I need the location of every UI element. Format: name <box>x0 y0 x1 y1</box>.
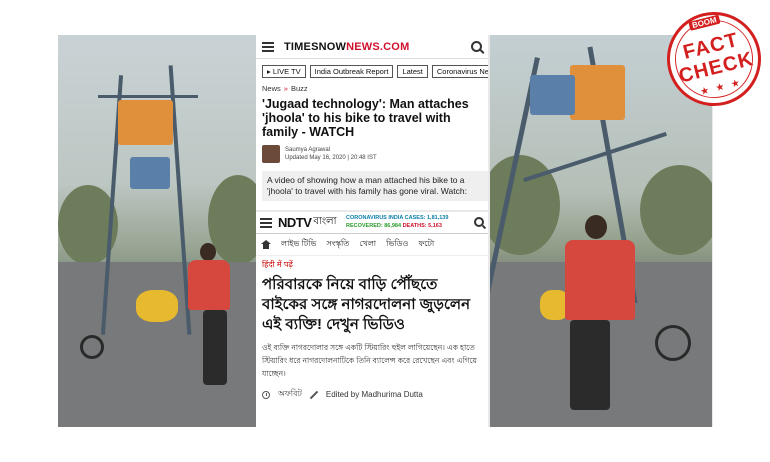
ndtv-byline: অফবিট Edited by Madhurima Dutta <box>256 384 488 405</box>
timesnow-nav-pills: ▸ LIVE TV India Outbreak Report Latest C… <box>256 59 488 82</box>
ndtv-logo[interactable]: NDTV <box>278 215 312 230</box>
breadcrumb-news[interactable]: News <box>262 84 281 93</box>
ticker-deaths: DEATHS: 5,163 <box>402 223 442 229</box>
pill-coronavirus-news[interactable]: Coronavirus News <box>431 65 488 78</box>
nav-item-live-tv[interactable]: লাইভ টিভি <box>281 238 317 251</box>
timesnow-headline: 'Jugaad technology': Man attaches 'jhool… <box>262 97 469 139</box>
ndtv-nav: লাইভ টিভি সংস্কৃতি খেলা ভিডিও ফটো <box>256 234 488 256</box>
ndtv-summary: ওই ব্যক্তি নাগরদোলার সঙ্গে একটি স্টিয়ার… <box>262 343 477 378</box>
home-icon[interactable] <box>261 240 271 249</box>
author-block: Saumya Agrawal Updated May 16, 2020 | 20… <box>256 143 488 165</box>
timesnow-article-panel: TIMESNOWNEWS.COM ▸ LIVE TV India Outbrea… <box>256 35 488 210</box>
ndtv-language-label: বাংলা <box>313 216 337 227</box>
timesnow-header: TIMESNOWNEWS.COM <box>256 35 488 59</box>
clock-icon <box>262 390 270 399</box>
breadcrumb: News» Buzz <box>256 82 488 95</box>
hamburger-menu-icon[interactable] <box>260 217 272 228</box>
search-icon[interactable] <box>474 217 484 227</box>
category-label[interactable]: অফবিট <box>278 388 302 401</box>
ticker-recovered: RECOVERED: 86,984 <box>346 223 402 229</box>
ndtv-header: NDTV বাংলা CORONAVIRUS INDIA CASES: 1,81… <box>256 212 488 234</box>
timesnow-logo[interactable]: TIMESNOWNEWS.COM <box>284 41 409 53</box>
author-name[interactable]: Saumya Agrawal <box>285 146 377 154</box>
pill-india-outbreak-report[interactable]: India Outbreak Report <box>309 65 394 78</box>
hamburger-menu-icon[interactable] <box>262 41 274 52</box>
editor-name: Edited by Madhurima Dutta <box>325 390 423 399</box>
nav-item-culture[interactable]: সংস্কৃতি <box>327 238 350 251</box>
read-in-hindi-link[interactable]: हिंदी में पढ़ें <box>256 256 488 273</box>
breadcrumb-separator-icon: » <box>283 84 288 93</box>
nav-item-sports[interactable]: খেলা <box>359 238 376 251</box>
left-video-still <box>58 35 256 427</box>
pencil-icon <box>310 391 318 399</box>
ticker-cases: CORONAVIRUS INDIA CASES: 1,81,139 <box>346 215 449 221</box>
pill-latest[interactable]: Latest <box>397 65 428 78</box>
nav-item-photo[interactable]: ফটো <box>418 238 434 251</box>
ndtv-headline: পরিবারকে নিয়ে বাড়ি পৌঁছতে বাইকের সঙ্গে… <box>262 276 471 333</box>
search-icon[interactable] <box>471 41 482 52</box>
pill-live-tv[interactable]: ▸ LIVE TV <box>262 65 306 78</box>
ndtv-article-panel: NDTV বাংলা CORONAVIRUS INDIA CASES: 1,81… <box>256 212 488 427</box>
nav-item-video[interactable]: ভিডিও <box>386 238 408 251</box>
timesnow-summary: A video of showing how a man attached hi… <box>262 171 488 201</box>
covid-ticker: CORONAVIRUS INDIA CASES: 1,81,139 RECOVE… <box>346 214 448 230</box>
avatar <box>262 145 280 163</box>
breadcrumb-buzz[interactable]: Buzz <box>291 84 308 93</box>
updated-timestamp: Updated May 16, 2020 | 20:48 IST <box>285 155 377 161</box>
